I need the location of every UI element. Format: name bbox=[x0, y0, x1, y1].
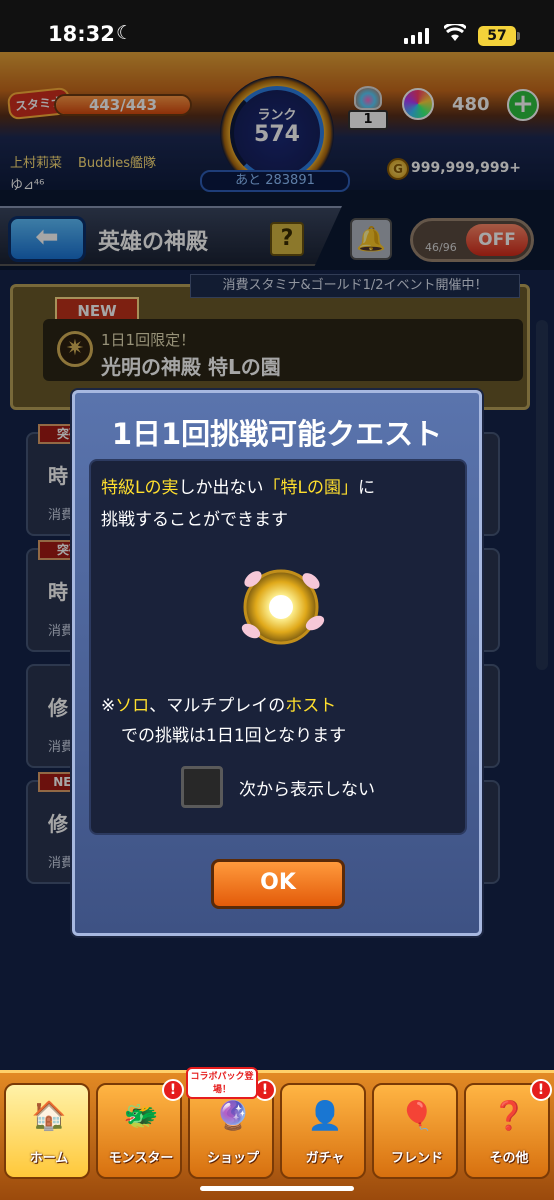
tab-label: その他 bbox=[489, 1151, 529, 1166]
daily-quest-dialog: 1日1回挑戦可能クエスト 特級Lの実しか出ない「特Lの園」に 挑戦することができ… bbox=[72, 390, 482, 936]
monster-icon: 🐲 bbox=[123, 1099, 159, 1132]
home-icon: 🏠 bbox=[31, 1099, 67, 1132]
note-text: 、マルチプレイの bbox=[149, 696, 286, 716]
highlight-text: 「特Lの園」 bbox=[263, 478, 358, 498]
tab-friend[interactable]: 🎈 フレンド bbox=[372, 1083, 458, 1179]
dialog-title: 1日1回挑戦可能クエスト bbox=[111, 417, 443, 451]
tab-label: モンスター bbox=[108, 1151, 174, 1166]
dialog-body: 特級Lの実しか出ない「特Lの園」に 挑戦することができます ※ソロ、マルチプレイ… bbox=[89, 459, 467, 835]
battery-indicator: 57 bbox=[478, 26, 520, 46]
tab-monster[interactable]: 🐲 モンスター ! bbox=[96, 1079, 184, 1179]
tab-gacha[interactable]: 👤 ガチャ bbox=[280, 1083, 366, 1179]
cellular-signal-icon bbox=[404, 28, 429, 44]
ok-button[interactable]: OK bbox=[211, 859, 345, 909]
other-icon: ❓ bbox=[491, 1099, 527, 1132]
highlight-text: ホスト bbox=[285, 696, 337, 716]
focus-moon-icon: ☾ bbox=[116, 22, 134, 44]
highlight-text: ソロ bbox=[115, 696, 150, 716]
highlight-text: 特級Lの実 bbox=[101, 478, 179, 498]
home-indicator bbox=[200, 1186, 354, 1191]
note-text: ※ bbox=[101, 696, 116, 716]
special-l-fruit-icon bbox=[241, 569, 325, 645]
tab-label: ガチャ bbox=[305, 1151, 345, 1166]
alert-badge: ! bbox=[530, 1079, 552, 1101]
collab-pack-tag: コラボパック登場！ bbox=[186, 1067, 258, 1099]
tab-label: ホーム bbox=[29, 1151, 69, 1166]
status-time: 18:32 bbox=[48, 22, 115, 46]
tab-label: フレンド bbox=[390, 1151, 443, 1166]
dialog-note-line2: での挑戦は1日1回となります bbox=[121, 726, 347, 746]
tab-other[interactable]: ❓ その他 ! bbox=[464, 1079, 552, 1179]
message-text: しか出ない bbox=[178, 478, 264, 498]
tab-home[interactable]: 🏠 ホーム bbox=[4, 1083, 90, 1179]
dont-show-again-label[interactable]: 次から表示しない bbox=[239, 775, 375, 800]
gacha-icon: 👤 bbox=[307, 1099, 343, 1132]
tab-label: ショップ bbox=[206, 1151, 259, 1166]
status-bar: 18:32 ☾ 57 bbox=[0, 0, 554, 52]
dialog-note-line1: ※ソロ、マルチプレイのホスト bbox=[101, 691, 336, 716]
bottom-nav: 🏠 ホーム 🐲 モンスター ! 🔮 ショップ ! コラボパック登場！ 👤 ガチャ… bbox=[0, 1067, 554, 1200]
message-text: に bbox=[357, 478, 375, 498]
dont-show-again-checkbox[interactable] bbox=[181, 766, 223, 808]
dialog-message-line1: 特級Lの実しか出ない「特Lの園」に bbox=[101, 473, 375, 498]
shop-icon: 🔮 bbox=[215, 1099, 251, 1132]
friend-icon: 🎈 bbox=[399, 1099, 435, 1132]
dialog-message-line2: 挑戦することができます bbox=[101, 510, 288, 530]
wifi-icon bbox=[444, 24, 466, 41]
alert-badge: ! bbox=[162, 1079, 184, 1101]
